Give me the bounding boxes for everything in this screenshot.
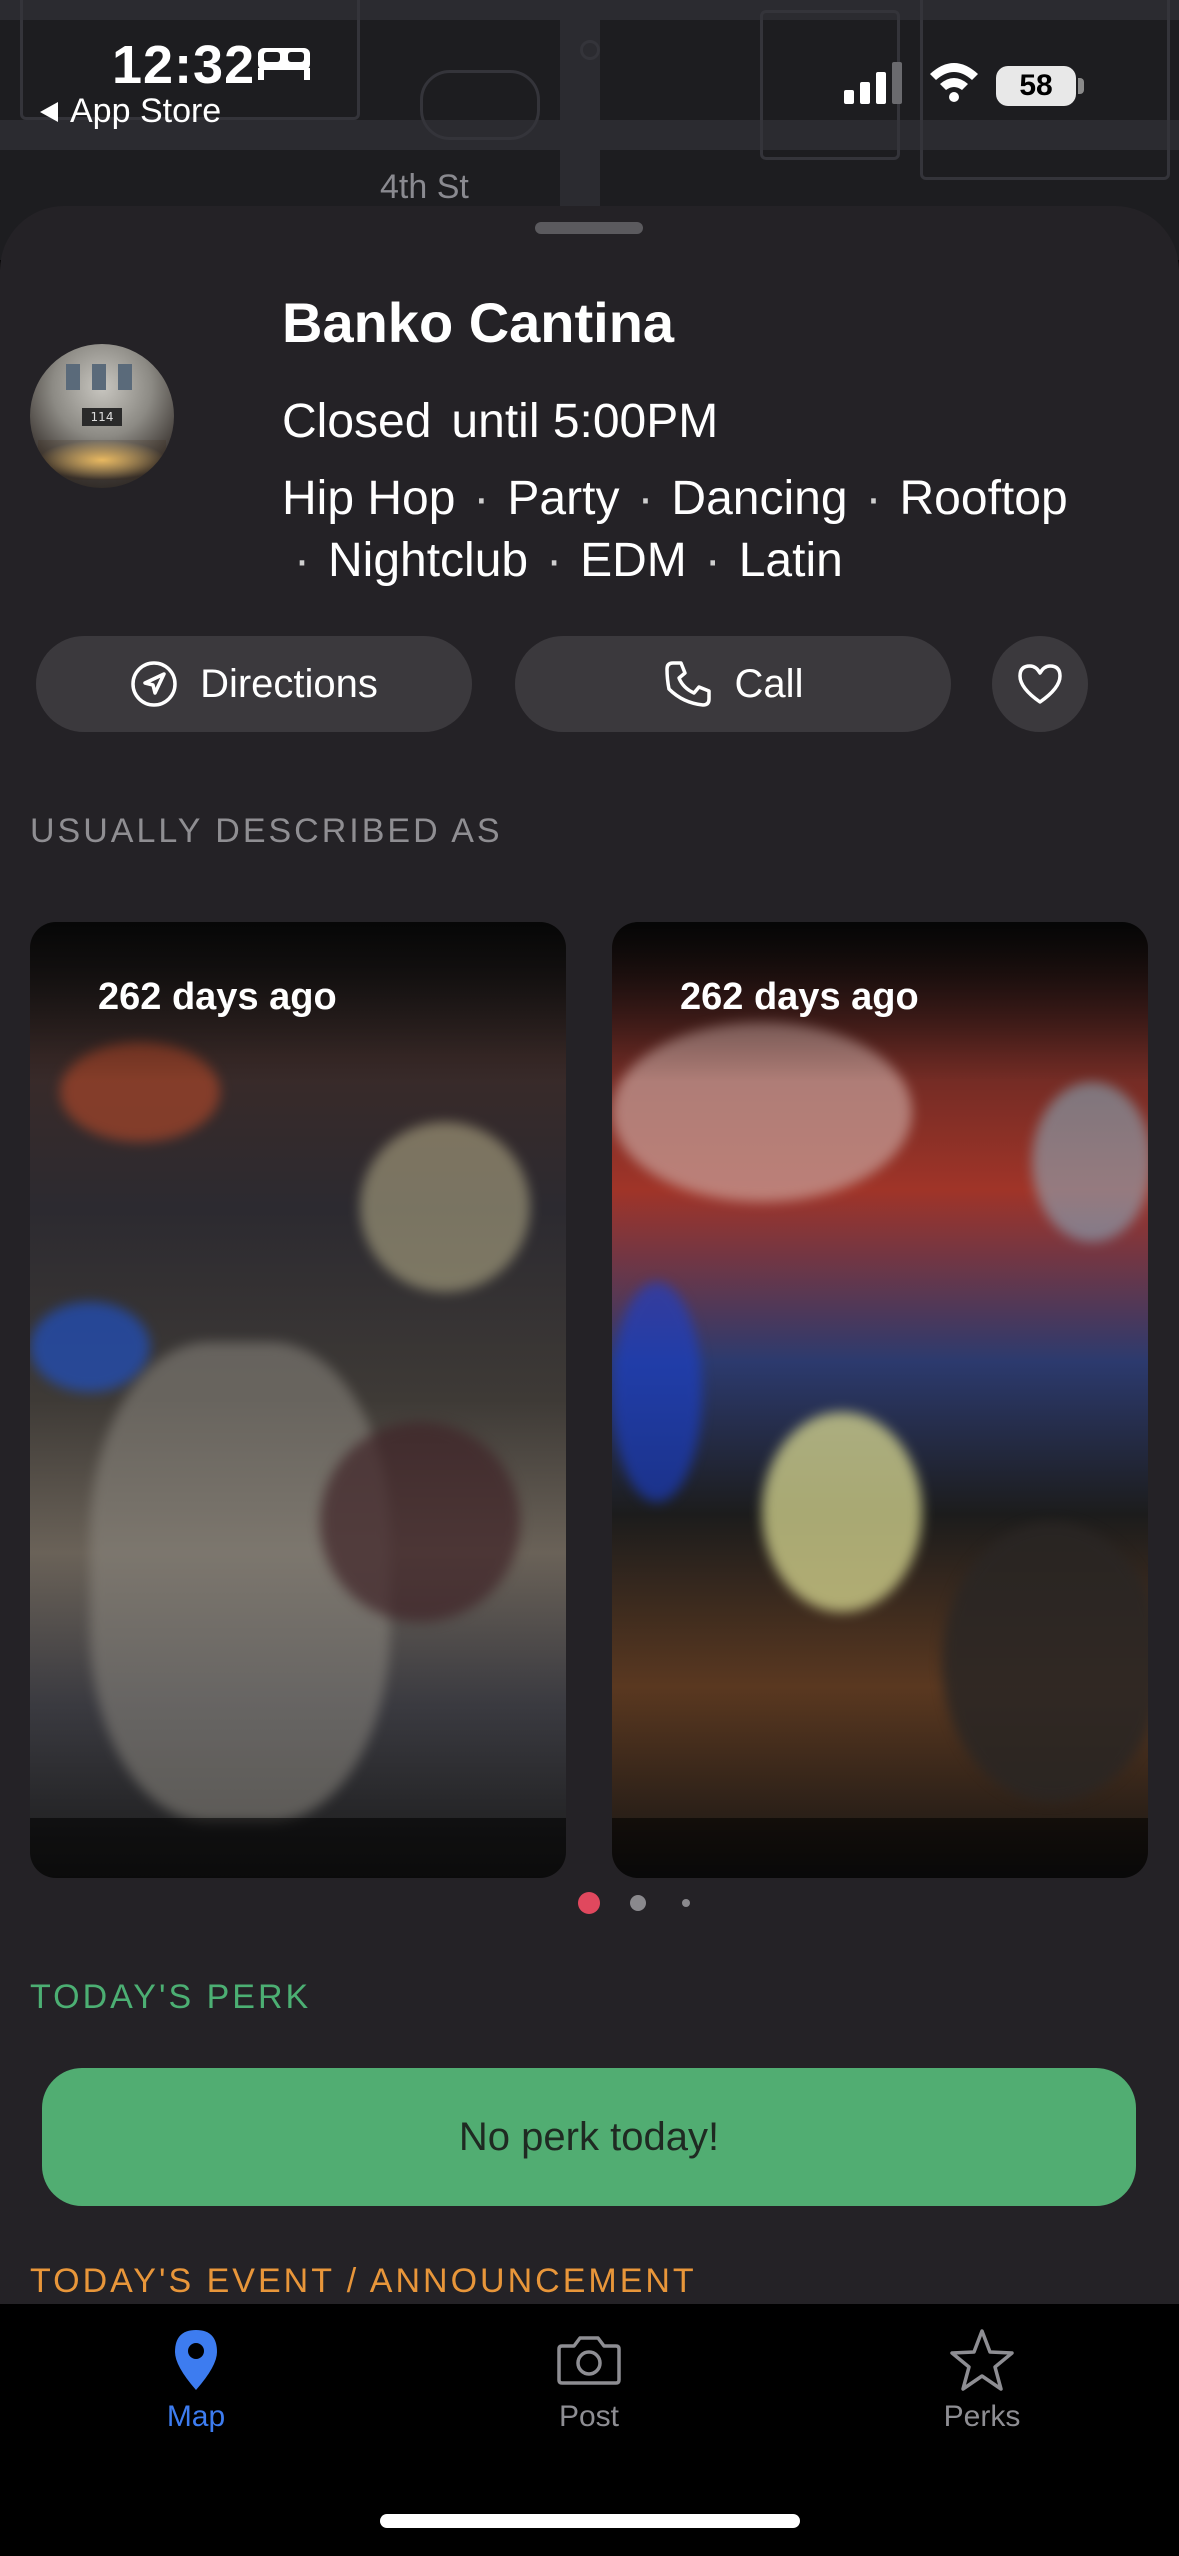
- status-time: 12:32: [112, 35, 256, 95]
- page-dot[interactable]: [682, 1899, 690, 1907]
- cellular-signal-icon: [844, 62, 902, 104]
- map-marker: [580, 40, 600, 60]
- map-pin-icon: [175, 2330, 217, 2390]
- home-indicator[interactable]: [380, 2514, 800, 2528]
- tag: Latin: [738, 534, 843, 587]
- street-label: 4th St: [380, 168, 469, 206]
- wifi-icon: [930, 63, 978, 102]
- back-app-label: App Store: [70, 92, 222, 130]
- photo-detail: [1032, 1082, 1148, 1242]
- tab-post[interactable]: Post: [479, 2328, 699, 2434]
- media-card[interactable]: 262 days ago: [30, 922, 566, 1878]
- photo-detail: [612, 1282, 702, 1502]
- venue-name: Banko Cantina: [282, 291, 675, 354]
- call-button[interactable]: Call: [515, 636, 951, 732]
- photo-detail: [360, 1122, 530, 1292]
- venue-hours: Closed until 5:00PM: [282, 394, 718, 449]
- avatar-window: [92, 364, 106, 390]
- avatar-lights: [38, 440, 166, 480]
- tag: Party: [507, 472, 620, 525]
- media-age: 262 days ago: [98, 976, 337, 1018]
- media-age: 262 days ago: [680, 976, 919, 1018]
- tab-label: Post: [558, 2400, 620, 2433]
- sheet-grabber[interactable]: [535, 222, 643, 234]
- directions-button[interactable]: Directions: [36, 636, 472, 732]
- tag: EDM: [580, 534, 687, 587]
- photo-detail: [320, 1422, 520, 1622]
- back-triangle-icon: [40, 101, 58, 122]
- venue-until: until 5:00PM: [451, 395, 719, 448]
- navigation-arrow-icon: [131, 661, 177, 707]
- sleep-focus-icon: [258, 48, 310, 80]
- favorite-button[interactable]: [992, 636, 1088, 732]
- tag: Nightclub: [327, 534, 529, 587]
- perk-text: No perk today!: [458, 2114, 720, 2159]
- tab-map[interactable]: Map: [86, 2328, 306, 2434]
- heart-icon: [1018, 664, 1062, 704]
- perk-card[interactable]: No perk today!: [42, 2068, 1136, 2206]
- carousel-page-indicator[interactable]: [0, 1888, 1179, 1918]
- battery-indicator: 58: [996, 66, 1076, 106]
- described-as-heading: USUALLY DESCRIBED AS: [30, 812, 503, 850]
- directions-label: Directions: [200, 661, 378, 706]
- card-shade-bottom: [30, 1818, 566, 1878]
- map-building: [420, 70, 540, 140]
- photo-detail: [942, 1522, 1148, 1802]
- tag: Hip Hop: [282, 472, 456, 525]
- venue-avatar[interactable]: 114: [30, 344, 174, 488]
- tab-label: Perks: [943, 2400, 1021, 2433]
- card-shade-bottom: [612, 1818, 1148, 1878]
- tag: Rooftop: [899, 472, 1068, 525]
- battery-tip: [1078, 78, 1084, 94]
- photo-detail: [762, 1412, 922, 1612]
- avatar-window: [66, 364, 80, 390]
- venue-tags: Hip Hop · Party · Dancing · Rooftop · Nightclub ·…: [282, 472, 1068, 587]
- camera-icon: [557, 2336, 621, 2385]
- page-dot-active[interactable]: [578, 1892, 600, 1914]
- call-label: Call: [734, 661, 804, 706]
- venue-sheet: 114 Banko Cantina Closed until 5:00PM Hip…: [0, 206, 1179, 2304]
- tab-perks[interactable]: Perks: [872, 2328, 1092, 2434]
- back-to-app-store[interactable]: App Store: [38, 92, 221, 131]
- page-dot[interactable]: [630, 1895, 646, 1911]
- phone-icon: [664, 661, 711, 707]
- todays-perk-heading: TODAY'S PERK: [30, 1978, 312, 2016]
- tab-label: Map: [166, 2400, 226, 2433]
- venue-status: Closed: [282, 395, 432, 448]
- tag: Dancing: [671, 472, 848, 525]
- media-card[interactable]: 262 days ago: [612, 922, 1148, 1878]
- avatar-sign: 114: [82, 408, 122, 426]
- star-icon: [950, 2329, 1014, 2391]
- todays-event-heading: TODAY'S EVENT / ANNOUNCEMENT: [30, 2262, 697, 2300]
- avatar-window: [118, 364, 132, 390]
- photo-detail: [30, 1302, 150, 1392]
